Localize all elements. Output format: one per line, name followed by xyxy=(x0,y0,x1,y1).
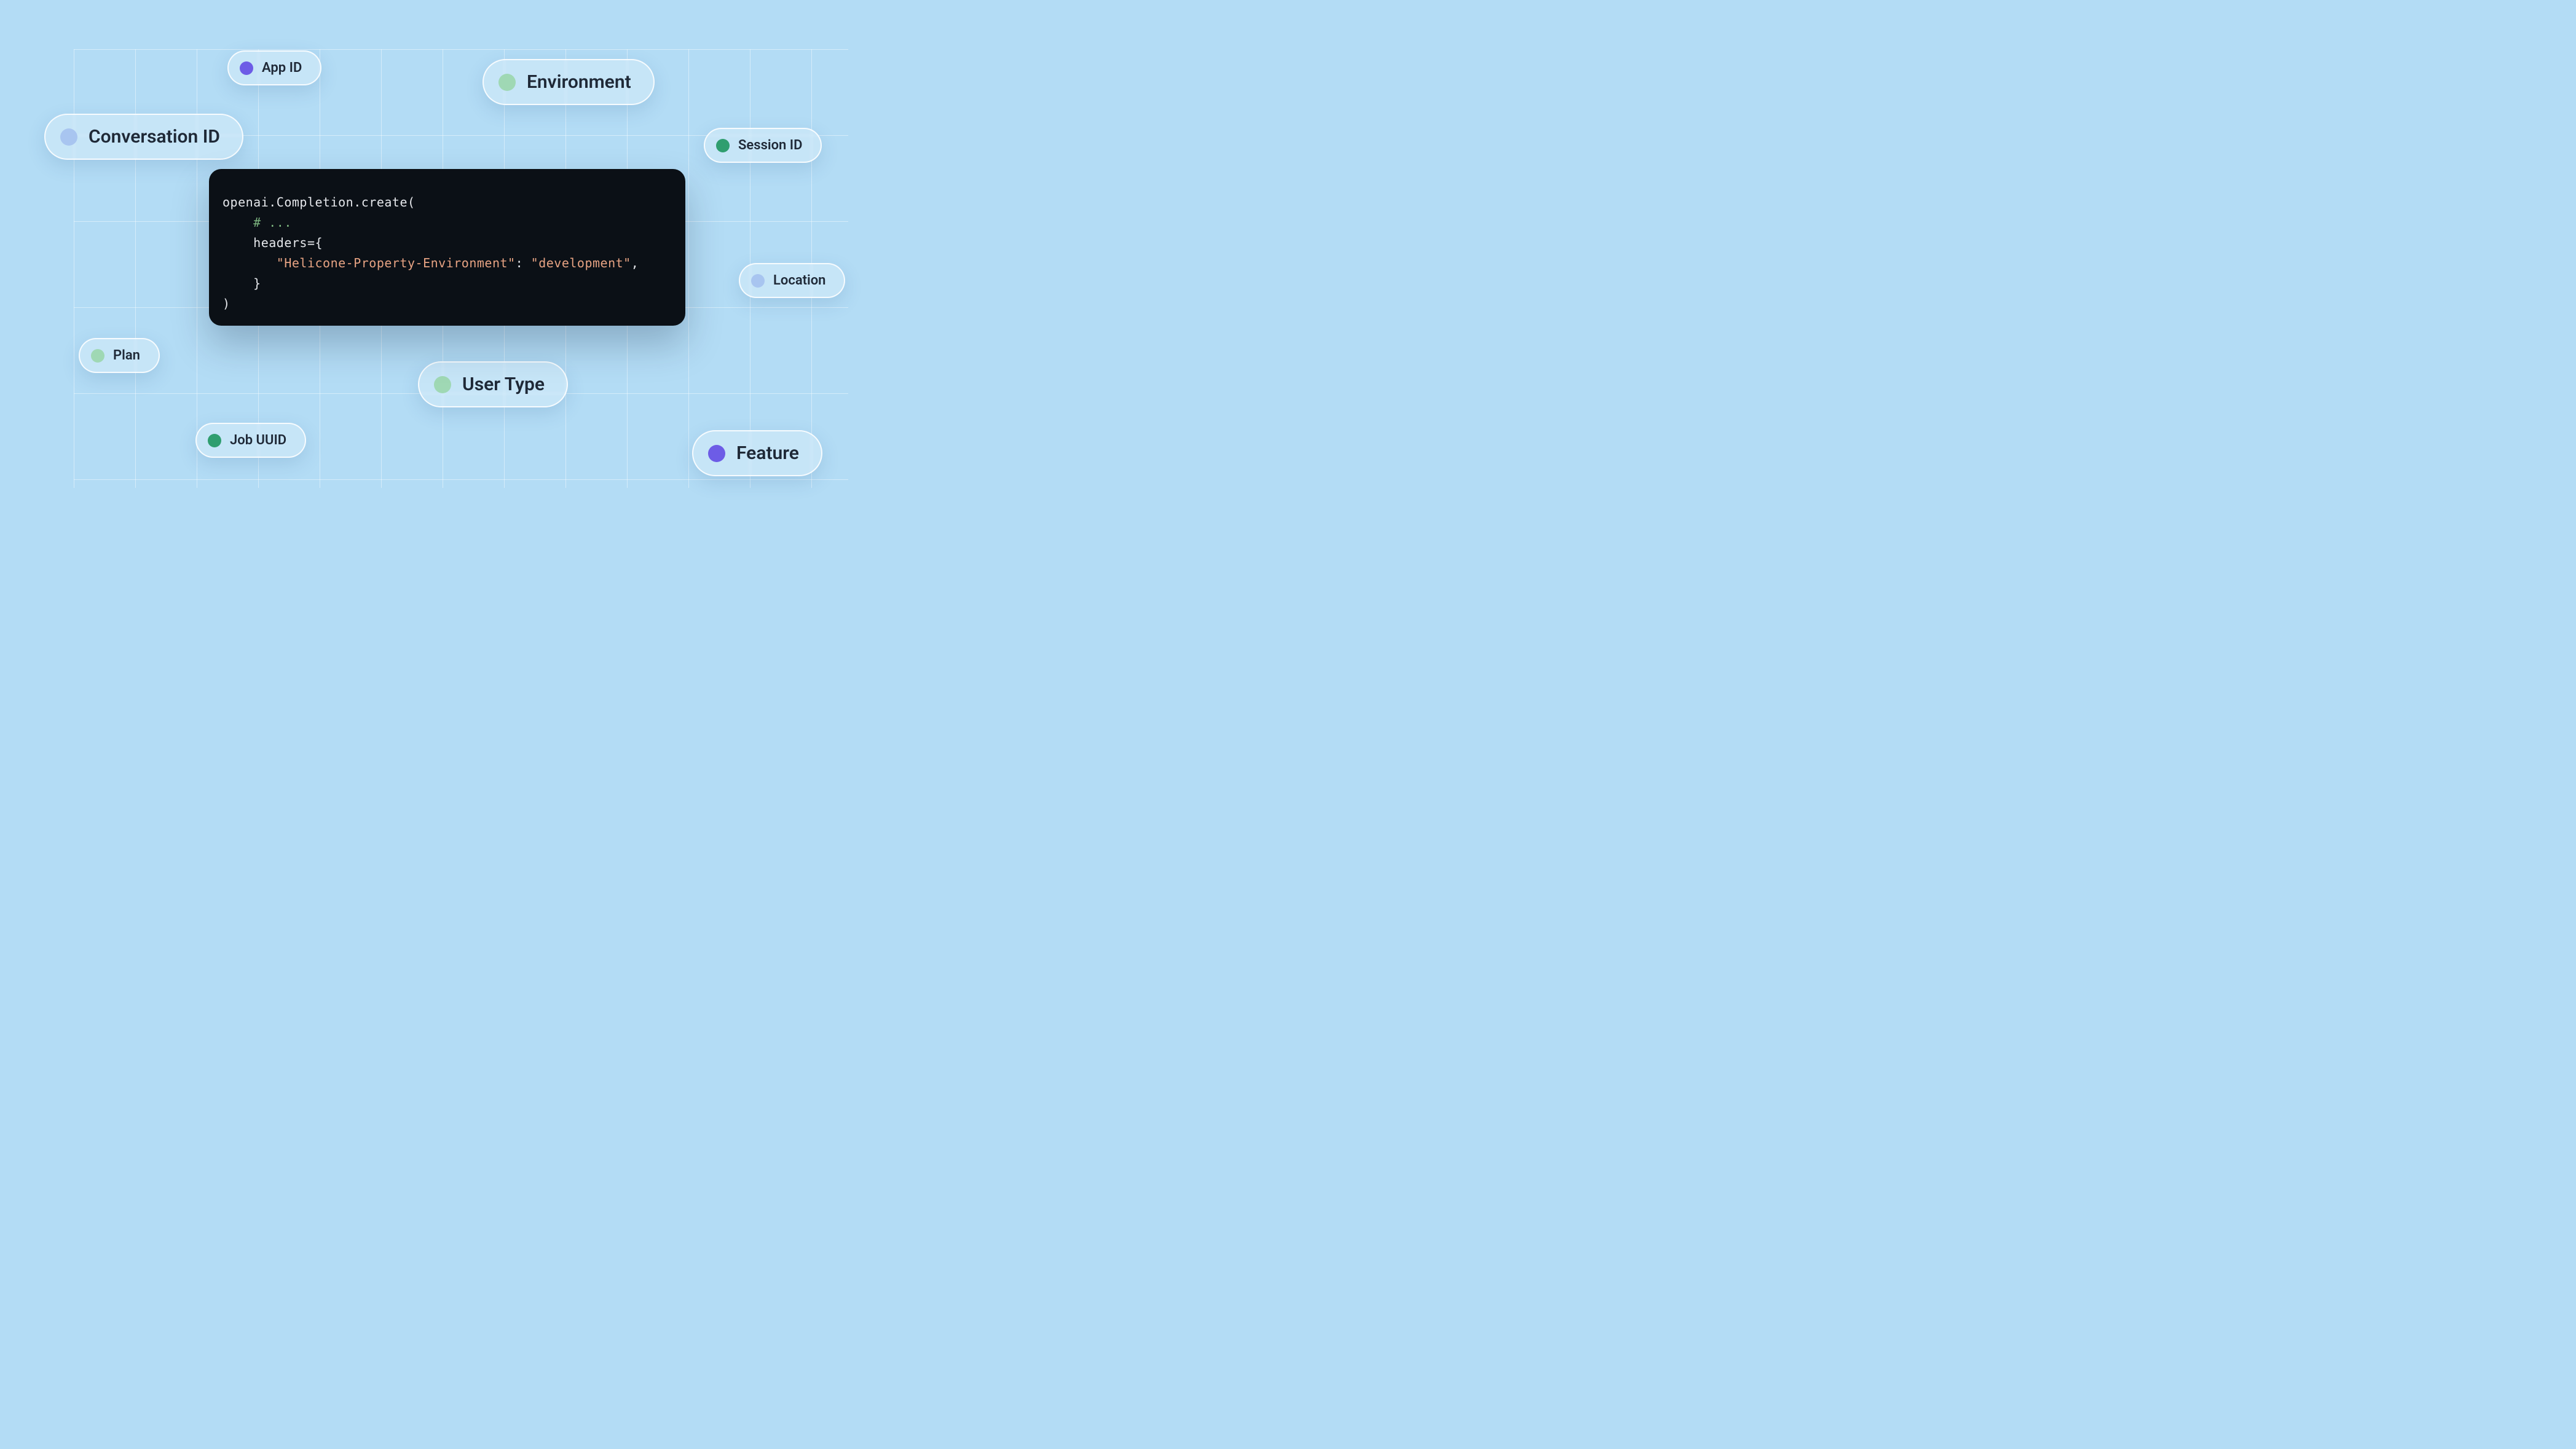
pill-feature: Feature xyxy=(692,430,822,476)
code-line: openai.Completion.create( xyxy=(223,192,672,213)
pill-label: App ID xyxy=(262,60,302,76)
pill-session-id: Session ID xyxy=(704,128,822,163)
pill-conversation-id: Conversation ID xyxy=(44,114,243,160)
pill-label: Plan xyxy=(113,348,140,363)
code-line: } xyxy=(223,273,672,294)
code-line: "Helicone-Property-Environment": "develo… xyxy=(223,253,672,273)
dot-icon xyxy=(208,434,221,447)
dot-icon xyxy=(498,74,516,91)
code-line: headers={ xyxy=(223,233,672,253)
pill-environment: Environment xyxy=(483,59,655,105)
dot-icon xyxy=(91,349,104,363)
dot-icon xyxy=(716,139,730,152)
dot-icon xyxy=(751,274,765,288)
pill-plan: Plan xyxy=(79,338,160,373)
dot-icon xyxy=(434,376,451,393)
dot-icon xyxy=(708,445,725,462)
pill-label: Conversation ID xyxy=(89,126,220,147)
pill-location: Location xyxy=(739,263,845,298)
pill-label: User Type xyxy=(462,374,545,395)
pill-label: Session ID xyxy=(738,138,802,153)
pill-label: Feature xyxy=(736,442,799,464)
pill-label: Environment xyxy=(527,71,631,93)
code-line: ) xyxy=(223,294,672,314)
pill-app-id: App ID xyxy=(227,50,321,85)
dot-icon xyxy=(240,61,253,75)
code-line: # ... xyxy=(223,213,672,233)
pill-job-uuid: Job UUID xyxy=(195,423,306,458)
dot-icon xyxy=(60,128,77,146)
pill-label: Job UUID xyxy=(230,433,286,448)
pill-label: Location xyxy=(773,273,825,288)
code-snippet: openai.Completion.create( # ... headers=… xyxy=(209,169,685,326)
pill-user-type: User Type xyxy=(418,361,568,407)
